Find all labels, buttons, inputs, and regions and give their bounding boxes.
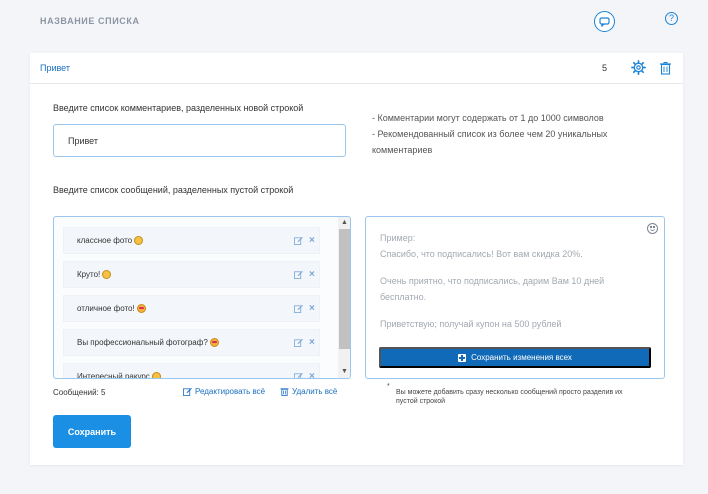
edit-icon[interactable] — [294, 270, 303, 279]
edit-icon[interactable] — [294, 236, 303, 245]
scroll-thumb[interactable] — [339, 229, 350, 349]
message-text: отличное фото! — [77, 304, 135, 313]
footnote-mark: * — [387, 383, 390, 390]
scroll-up-icon[interactable]: ▲ — [338, 217, 350, 229]
message-count: Сообщений: 5 — [53, 388, 106, 397]
save-button[interactable]: Сохранить — [53, 415, 131, 448]
preview-line: Спасибо, что подписались! Вот вам скидка… — [380, 249, 583, 259]
edit-icon[interactable] — [294, 372, 303, 378]
page-title: НАЗВАНИЕ СПИСКА — [40, 16, 140, 26]
save-all-changes-button[interactable]: Сохранить изменения всех — [379, 347, 651, 368]
preview-title: Пример: — [380, 233, 416, 243]
list-name[interactable]: Привет — [40, 63, 70, 73]
footnote-text: Вы можете добавить сразу несколько сообщ… — [396, 389, 623, 405]
gear-icon[interactable] — [631, 60, 646, 75]
heart-eyes-emoji-icon — [209, 338, 219, 347]
preview-line: Приветствую; получай купон на 500 рублей — [380, 319, 562, 329]
trash-icon — [280, 388, 289, 396]
plus-icon — [458, 353, 467, 362]
preview-line: Очень приятно, что подписались, дарим Ва… — [380, 276, 605, 302]
message-text: классное фото — [77, 236, 133, 245]
smile-emoji-icon — [134, 236, 144, 245]
scroll-down-icon[interactable]: ▼ — [338, 366, 350, 378]
message-item[interactable]: Круто! × — [63, 261, 320, 288]
close-icon[interactable]: × — [309, 270, 317, 280]
help-icon[interactable]: ? — [665, 12, 678, 25]
emoji-picker-icon[interactable] — [647, 223, 658, 234]
message-text: Вы профессиональный фотограф? — [77, 338, 208, 347]
comments-label: Введите список комментариев, разделенных… — [53, 103, 304, 113]
delete-all-label: Удалить всё — [292, 387, 338, 396]
smile-emoji-icon — [102, 270, 112, 279]
chat-icon — [599, 16, 610, 27]
close-icon[interactable]: × — [309, 338, 317, 348]
smile-emoji-icon — [151, 372, 161, 378]
message-list: классное фото × Круто! × отличное фото! × Вы п… — [53, 216, 351, 379]
delete-all-link[interactable]: Удалить всё — [280, 387, 337, 396]
message-text: Круто! — [77, 270, 101, 279]
message-item[interactable]: отличное фото! × — [63, 295, 320, 322]
list-header: Привет 5 — [30, 53, 683, 84]
edit-all-label: Редактировать всё — [195, 387, 266, 396]
hint-recommendation: - Рекомендованный список из более чем 20… — [372, 129, 608, 155]
message-item[interactable]: Вы профессиональный фотограф? × — [63, 329, 320, 356]
list-card: Привет 5 Введите список комментариев, ра… — [30, 53, 683, 465]
edit-all-link[interactable]: Редактировать всё — [183, 387, 265, 396]
list-count: 5 — [602, 63, 608, 73]
edit-icon — [183, 387, 192, 396]
close-icon[interactable]: × — [309, 372, 317, 379]
save-all-changes-label: Сохранить изменения всех — [471, 353, 572, 362]
message-text: Интересный ракурс — [77, 372, 150, 378]
hint-length: - Комментарии могут содержать от 1 до 10… — [372, 113, 604, 123]
edit-icon[interactable] — [294, 304, 303, 313]
comments-input[interactable] — [53, 124, 346, 157]
message-item[interactable]: классное фото × — [63, 227, 320, 254]
scrollbar[interactable]: ▲ ▼ — [338, 217, 350, 378]
message-preview[interactable]: Пример: Спасибо, что подписались! Вот ва… — [365, 216, 665, 379]
heart-eyes-emoji-icon — [136, 304, 146, 313]
trash-icon[interactable] — [659, 61, 672, 75]
message-item[interactable]: Интересный ракурс × — [63, 363, 320, 378]
chat-button[interactable] — [594, 11, 615, 32]
close-icon[interactable]: × — [309, 236, 317, 246]
messages-label: Введите список сообщений, разделенных пу… — [53, 185, 294, 195]
edit-icon[interactable] — [294, 338, 303, 347]
close-icon[interactable]: × — [309, 304, 317, 314]
